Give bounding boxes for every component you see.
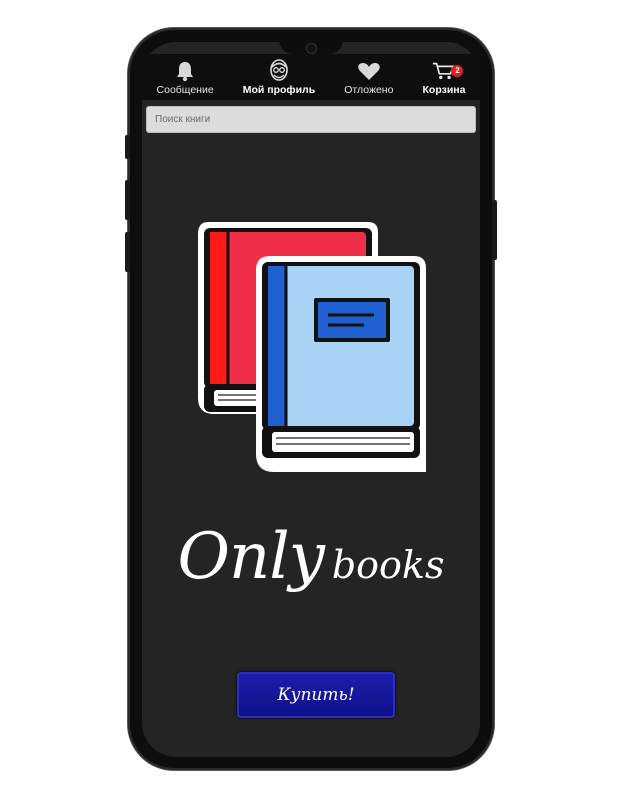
phone-side-button (125, 135, 130, 159)
brand-word-only: Only (177, 520, 325, 594)
nav-label: Корзина (422, 84, 466, 96)
buy-button[interactable]: Купить! (237, 672, 395, 718)
top-nav: Сообщение Мой профиль Отложено 2 Корзина (142, 54, 480, 100)
brand-title: Only books (142, 520, 480, 594)
heart-icon (357, 59, 381, 83)
brand-word-books: books (331, 543, 445, 587)
nav-label: Сообщение (156, 84, 214, 96)
nav-item-profile[interactable]: Мой профиль (243, 59, 315, 96)
nav-item-saved[interactable]: Отложено (344, 59, 393, 96)
phone-side-button (492, 200, 497, 260)
search-input[interactable] (146, 106, 476, 133)
nav-label: Мой профиль (242, 84, 316, 96)
camera-icon (306, 43, 317, 54)
cart-count-badge: 2 (451, 65, 464, 77)
books-logo-icon (188, 214, 438, 488)
bell-icon (173, 59, 197, 83)
nav-item-messages[interactable]: Сообщение (157, 59, 214, 96)
phone-side-button (125, 180, 130, 220)
nav-item-cart[interactable]: 2 Корзина (422, 59, 466, 96)
phone-side-button (125, 232, 130, 272)
user-avatar-icon (267, 59, 291, 83)
nav-label: Отложено (344, 84, 394, 96)
stage: Сообщение Мой профиль Отложено 2 Корзина… (0, 0, 621, 800)
